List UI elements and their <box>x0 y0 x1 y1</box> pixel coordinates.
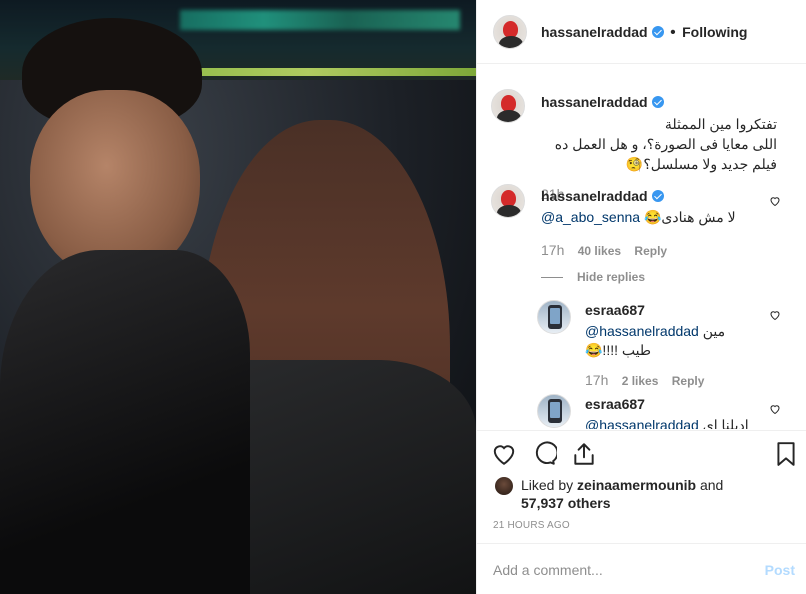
caption-line: فيلم جديد ولا مسلسل؟🧐 <box>625 156 777 172</box>
city-lights <box>180 10 460 30</box>
avatar[interactable] <box>537 394 571 428</box>
caption-line: تفتكروا مين الممثلة <box>664 116 777 132</box>
comment-username[interactable]: hassanelraddad <box>541 188 648 204</box>
avatar[interactable] <box>491 89 525 123</box>
comment-time[interactable]: 17h <box>541 242 564 258</box>
reply-time[interactable]: 17h <box>585 372 608 388</box>
verified-icon <box>651 96 664 108</box>
post-header: hassanelraddad • Following <box>477 0 806 64</box>
post-details-panel: hassanelraddad • Following hassanelradda… <box>476 0 806 594</box>
comments-section: hassanelraddad تفتكروا مين الممثلة اللى … <box>477 64 806 429</box>
comment-likes[interactable]: 40 likes <box>578 244 621 258</box>
reply: esraa687 @hassanelraddad اديلنا اى <box>585 396 775 429</box>
post-timestamp[interactable]: 21 HOURS AGO <box>493 520 570 531</box>
bookmark-icon[interactable] <box>773 441 799 467</box>
comment-text: لا مش هنادى😂 <box>643 209 736 225</box>
reply: esraa687 @hassanelraddad مين طيب !!!!😂 1… <box>585 302 775 388</box>
reply-mention[interactable]: @hassanelraddad <box>585 417 699 429</box>
reply-button[interactable]: Reply <box>672 374 705 388</box>
liker-avatar[interactable] <box>495 477 513 495</box>
reply-mention[interactable]: @hassanelraddad <box>585 323 699 339</box>
avatar[interactable] <box>493 15 527 49</box>
following-button[interactable]: Following <box>682 24 747 40</box>
heart-icon[interactable] <box>491 441 517 467</box>
reply-text: اديلنا اى <box>702 417 749 429</box>
verified-icon <box>651 190 664 202</box>
reply-username[interactable]: esraa687 <box>585 302 645 318</box>
comment-icon[interactable] <box>531 441 557 467</box>
comment: hassanelraddad @a_abo_senna لا مش هنادى😂… <box>541 188 771 284</box>
add-comment-input[interactable]: Add a comment... <box>493 562 603 578</box>
verified-icon <box>651 26 664 38</box>
heart-icon[interactable] <box>769 403 781 415</box>
reply-text: مين <box>702 323 726 339</box>
reply-button[interactable]: Reply <box>634 244 667 258</box>
caption-username[interactable]: hassanelraddad <box>541 94 648 110</box>
post-button[interactable]: Post <box>765 562 795 578</box>
header-username[interactable]: hassanelraddad <box>541 24 648 40</box>
replies-divider <box>541 277 563 279</box>
post-actions: Liked by zeinaamermounib and 57,937 othe… <box>477 430 806 550</box>
likes-count[interactable]: 57,937 others <box>521 495 611 511</box>
caption-line: اللى معايا فى الصورة؟، و هل العمل ده <box>554 136 777 152</box>
share-icon[interactable] <box>571 441 597 467</box>
post-photo[interactable] <box>0 0 476 594</box>
separator: • <box>670 24 676 41</box>
comment-mention[interactable]: @a_abo_senna <box>541 209 640 225</box>
add-comment-bar: Add a comment... Post <box>477 543 806 594</box>
reply-text: طيب !!!!😂 <box>585 342 651 358</box>
avatar[interactable] <box>537 300 571 334</box>
liker-username[interactable]: zeinaamermounib <box>577 477 696 493</box>
hide-replies-button[interactable]: Hide replies <box>577 270 645 284</box>
avatar[interactable] <box>491 184 525 218</box>
likes-summary: Liked by zeinaamermounib and 57,937 othe… <box>521 476 781 512</box>
man-jacket <box>0 250 250 594</box>
heart-icon[interactable] <box>769 309 781 321</box>
likes-and: and <box>699 477 724 493</box>
heart-icon[interactable] <box>769 195 781 207</box>
reply-username[interactable]: esraa687 <box>585 396 645 412</box>
reply-likes[interactable]: 2 likes <box>622 374 659 388</box>
likes-prefix: Liked by <box>521 477 574 493</box>
